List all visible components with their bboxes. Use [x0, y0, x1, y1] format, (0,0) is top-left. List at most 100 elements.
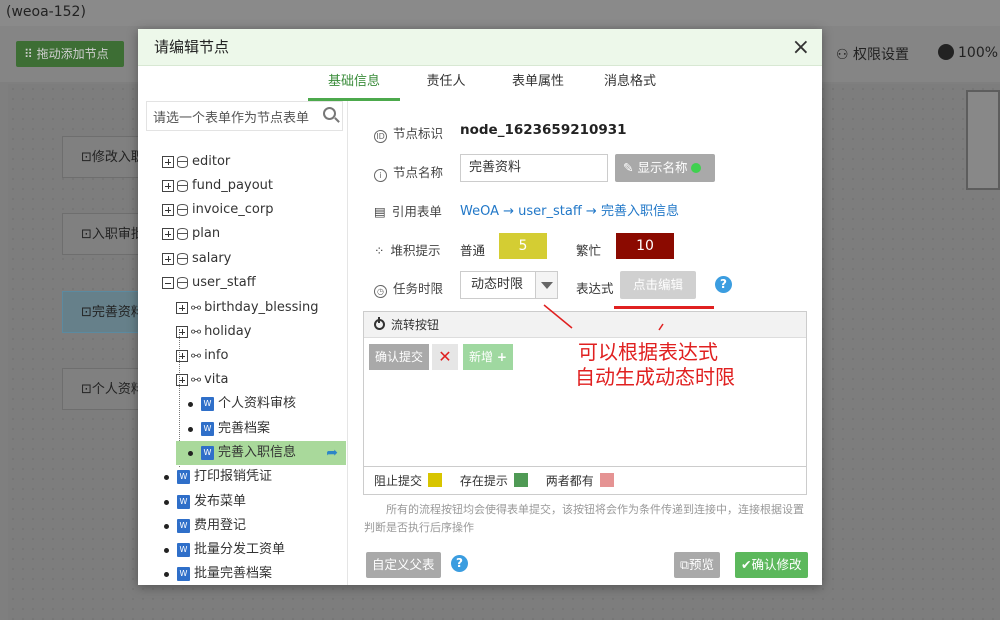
word-doc-icon: W — [177, 495, 190, 509]
tab-basic-info[interactable]: 基础信息 — [308, 67, 400, 101]
plus-icon: + — [496, 350, 507, 364]
tree-item[interactable]: ⚯ birthday_blessing — [176, 296, 319, 320]
tree-search-input[interactable]: 请选一个表单作为节点表单 — [146, 101, 343, 131]
expand-icon[interactable] — [176, 374, 188, 386]
permission-settings-button[interactable]: ⚇ 权限设置 — [836, 44, 909, 64]
tree-item[interactable]: W 完善档案 — [188, 417, 270, 441]
expand-icon[interactable] — [176, 326, 188, 338]
edit-node-dialog: 请编辑节点 × 基础信息 责任人 表单属性 消息格式 请选一个表单作为节点表单 … — [138, 29, 822, 585]
canvas-node[interactable]: ⊡修改入职 — [62, 136, 142, 178]
canvas-node[interactable]: ⊡个人资料 — [62, 368, 142, 410]
time-limit-label: ◷ 任务时限 — [374, 278, 443, 298]
user-icon: ⚇ — [836, 47, 849, 63]
close-icon[interactable]: × — [792, 29, 810, 66]
edit-expression-button[interactable]: 点击编辑 — [620, 271, 696, 299]
expand-icon[interactable] — [162, 180, 174, 192]
node-id-label: ID 节点标识 — [374, 123, 443, 143]
tree-item[interactable]: ⚯ holiday — [176, 320, 251, 344]
expand-icon[interactable] — [176, 350, 188, 362]
search-icon[interactable] — [323, 107, 336, 120]
normal-label: 普通 — [460, 243, 486, 258]
legend: 阻止提交 存在提示 两者都有 — [364, 466, 806, 494]
tab-form-properties[interactable]: 表单属性 — [492, 67, 584, 101]
pen-icon: ✎ — [623, 160, 634, 175]
tab-bar: 基础信息 责任人 表单属性 消息格式 — [308, 67, 676, 101]
delete-icon[interactable]: ✕ — [432, 344, 458, 370]
expand-icon[interactable] — [162, 204, 174, 216]
database-icon — [177, 228, 188, 240]
chevron-down-icon[interactable] — [535, 272, 557, 298]
check-icon: ✔ — [741, 557, 752, 572]
id-icon: ID — [374, 130, 387, 143]
tree-item[interactable]: editor — [162, 150, 230, 174]
collapse-icon[interactable] — [162, 277, 174, 289]
expand-icon[interactable] — [162, 253, 174, 265]
tree-item[interactable]: ⚯ info — [176, 344, 228, 368]
info-icon: i — [374, 169, 387, 182]
tree-item[interactable]: W 批量完善档案 — [164, 562, 272, 585]
canvas-node-selected[interactable]: ⊡完善资料 — [62, 291, 142, 333]
word-doc-icon: W — [177, 519, 190, 533]
word-doc-icon: W — [177, 567, 190, 581]
help-icon[interactable]: ? — [715, 276, 732, 293]
help-icon[interactable]: ? — [451, 555, 468, 572]
legend-swatch — [599, 473, 614, 487]
flow-buttons-header: 流转按钮 — [364, 312, 806, 338]
share-nodes-icon: ⚯ — [191, 301, 202, 315]
ref-form-link[interactable]: WeOA → user_staff → 完善入职信息 — [460, 200, 679, 219]
database-icon — [177, 156, 188, 168]
expand-icon[interactable] — [162, 228, 174, 240]
drag-add-node-button[interactable]: ⠿ 拖动添加节点 — [16, 41, 124, 67]
share-nodes-icon: ⚯ — [191, 349, 202, 363]
node-name-input[interactable]: 完善资料 — [460, 154, 608, 182]
expand-icon[interactable] — [162, 156, 174, 168]
show-name-button[interactable]: ✎ 显示名称 — [615, 154, 715, 182]
tree-item-selected[interactable]: W 完善入职信息 ➦ — [176, 441, 346, 465]
tree-item[interactable]: plan — [162, 222, 220, 246]
tree-item[interactable]: salary — [162, 247, 231, 271]
share-nodes-icon: ⚯ — [191, 325, 202, 339]
zoom-control[interactable]: 100% — [938, 44, 998, 61]
tab-owner[interactable]: 责任人 — [400, 67, 492, 101]
busy-label: 繁忙 — [576, 243, 602, 258]
confirm-edit-button[interactable]: ✔确认修改 — [735, 552, 808, 578]
tree-item[interactable]: invoice_corp — [162, 198, 273, 222]
tab-message-format[interactable]: 消息格式 — [584, 67, 676, 101]
confirm-submit-button[interactable]: 确认提交 — [369, 344, 430, 370]
tree-item[interactable]: W 打印报销凭证 — [164, 465, 272, 489]
add-button[interactable]: 新增 + — [463, 344, 513, 370]
annotation-text-line1: 可以根据表达式 — [578, 340, 718, 364]
word-doc-icon: W — [201, 422, 214, 436]
tree-item[interactable]: W 费用登记 — [164, 514, 246, 538]
share-nodes-icon: ⚯ — [191, 373, 202, 387]
legend-swatch — [513, 473, 528, 487]
canvas-node[interactable]: ⊡入职审批 — [62, 213, 142, 255]
ref-form-label: ▤ 引用表单 — [374, 204, 442, 219]
legend-swatch — [428, 473, 443, 487]
preview-button[interactable]: ⧉预览 — [674, 552, 720, 578]
word-doc-icon: W — [177, 543, 190, 557]
minimap[interactable] — [966, 90, 1000, 190]
tree-item[interactable]: W 批量分发工资单 — [164, 538, 285, 562]
annotation-underline — [614, 306, 714, 309]
busy-threshold-input[interactable]: 10 — [616, 233, 674, 259]
word-doc-icon: W — [201, 397, 214, 411]
dialog-title: 请编辑节点 — [154, 38, 230, 56]
normal-threshold-input[interactable]: 5 — [499, 233, 547, 259]
tree-item[interactable]: ⚯ vita — [176, 368, 228, 392]
expand-icon[interactable] — [176, 302, 188, 314]
clock-icon: ◷ — [374, 285, 387, 298]
time-limit-select[interactable]: 动态时限 — [460, 271, 558, 299]
status-dot — [691, 163, 702, 173]
database-icon — [177, 253, 188, 265]
database-icon — [177, 204, 188, 216]
dialog-header: 请编辑节点 × — [138, 29, 822, 66]
tree-item[interactable]: user_staff — [162, 271, 256, 295]
custom-parent-form-button[interactable]: 自定义父表 — [366, 552, 441, 578]
share-arrow-icon[interactable]: ➦ — [326, 441, 338, 465]
tree-item[interactable]: fund_payout — [162, 174, 273, 198]
node-name-label: i 节点名称 — [374, 162, 443, 182]
tree-item[interactable]: W 个人资料审核 — [188, 392, 296, 416]
tree-item[interactable]: W 发布菜单 — [164, 490, 246, 514]
zoom-out-icon[interactable] — [938, 44, 954, 60]
